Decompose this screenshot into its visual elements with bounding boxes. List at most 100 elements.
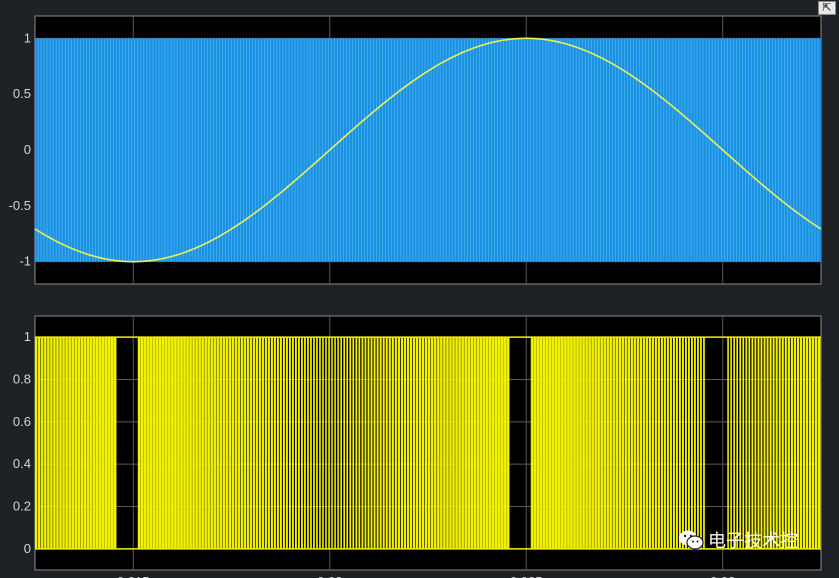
pwm-pulse xyxy=(479,337,483,549)
pwm-pulse xyxy=(234,337,237,549)
pwm-pulse xyxy=(733,337,735,549)
pwm-pulse xyxy=(573,337,576,549)
pwm-pulse xyxy=(198,337,201,549)
pwm-pulse xyxy=(53,337,56,549)
pwm-pulse xyxy=(364,337,367,549)
pwm-pulse xyxy=(207,337,210,549)
y-tick-label: 0.5 xyxy=(13,86,31,101)
undock-icon[interactable]: ⇱ xyxy=(818,1,836,15)
y-tick-label: 0 xyxy=(24,541,31,556)
pwm-pulse xyxy=(343,337,346,549)
pwm-pulse xyxy=(216,337,219,549)
pwm-pulse xyxy=(313,337,315,549)
pwm-pulse xyxy=(687,337,690,549)
scope-panel-1: -1 -0.5 0 0.5 1 xyxy=(9,15,822,285)
pwm-pulse xyxy=(143,337,147,549)
pwm-pulse xyxy=(642,337,645,549)
pwm-pulse xyxy=(742,337,745,549)
pwm-pulse xyxy=(282,337,285,549)
pwm-pulse xyxy=(648,337,651,549)
pwm-pulse xyxy=(814,337,818,549)
pwm-pulse xyxy=(267,337,270,549)
pwm-pulse xyxy=(464,337,467,549)
pwm-pulse xyxy=(406,337,410,549)
pwm-pulse xyxy=(775,337,778,549)
pwm-pulse xyxy=(334,337,336,549)
pwm-pulse xyxy=(98,337,102,549)
pwm-pulse xyxy=(113,337,117,549)
pwm-pulse xyxy=(793,337,797,549)
pwm-pulse xyxy=(736,337,739,549)
pwm-pulse xyxy=(41,337,44,549)
pwm-pulse xyxy=(252,337,255,549)
pwm-pulse xyxy=(325,337,327,549)
pwm-pulse xyxy=(666,337,669,549)
pwm-pulse xyxy=(588,337,591,549)
pwm-pulse xyxy=(778,337,781,549)
pwm-pulse xyxy=(240,337,243,549)
pwm-pulse xyxy=(754,337,757,549)
pwm-pulse xyxy=(570,337,573,549)
pwm-pulse xyxy=(428,337,431,549)
pwm-pulse xyxy=(412,337,416,549)
pwm-pulse xyxy=(533,337,537,549)
pwm-pulse xyxy=(322,337,324,549)
pwm-pulse xyxy=(355,337,358,549)
pwm-pulse xyxy=(603,337,606,549)
wechat-icon xyxy=(679,530,704,550)
pwm-pulse xyxy=(385,337,388,549)
pwm-pulse xyxy=(476,337,480,549)
pwm-pulse xyxy=(548,337,552,549)
pwm-pulse xyxy=(488,337,492,549)
pwm-pulse xyxy=(536,337,540,549)
pwm-pulse xyxy=(567,337,570,549)
pwm-pulse xyxy=(473,337,477,549)
y-tick-label: -0.5 xyxy=(9,198,31,213)
pwm-pulse xyxy=(751,337,754,549)
pwm-pulse xyxy=(104,337,108,549)
pwm-pulse xyxy=(189,337,192,549)
pwm-pulse xyxy=(59,337,62,549)
pwm-pulse xyxy=(772,337,775,549)
pwm-pulse xyxy=(304,337,306,549)
pwm-pulse xyxy=(503,337,507,549)
pwm-pulse xyxy=(805,337,809,549)
pwm-pulse xyxy=(415,337,419,549)
pwm-pulse xyxy=(44,337,47,549)
pwm-pulse xyxy=(50,337,53,549)
pwm-pulse xyxy=(582,337,585,549)
pwm-pulse xyxy=(95,337,99,549)
pwm-pulse xyxy=(222,337,225,549)
pwm-pulse xyxy=(431,337,434,549)
pwm-pulse xyxy=(790,337,793,549)
pwm-pulse xyxy=(500,337,504,549)
pwm-pulse xyxy=(684,337,687,549)
pwm-pulse xyxy=(461,337,464,549)
pwm-pulse xyxy=(600,337,603,549)
watermark: 电子技术控 xyxy=(678,527,798,553)
pwm-pulse xyxy=(817,337,821,549)
pwm-pulse xyxy=(557,337,561,549)
pwm-pulse xyxy=(307,337,309,549)
pwm-pulse xyxy=(110,337,114,549)
pwm-pulse xyxy=(727,337,729,549)
pwm-pulse xyxy=(452,337,455,549)
pwm-pulse xyxy=(748,337,751,549)
pwm-pulse xyxy=(639,337,642,549)
y-tick-label: -1 xyxy=(19,254,31,269)
pwm-pulse xyxy=(382,337,385,549)
pwm-pulse xyxy=(703,337,705,549)
pwm-pulse xyxy=(149,337,153,549)
pwm-pulse xyxy=(137,337,141,549)
pwm-pulse xyxy=(654,337,657,549)
pwm-pulse xyxy=(285,337,288,549)
pwm-pulse xyxy=(467,337,471,549)
pwm-pulse xyxy=(337,337,339,549)
pwm-pulse xyxy=(264,337,267,549)
pwm-pulse xyxy=(391,337,394,549)
pwm-pulse xyxy=(672,337,675,549)
pwm-pulse xyxy=(700,337,702,549)
pwm-pulse xyxy=(784,337,787,549)
pwm-pulse xyxy=(71,337,74,549)
pwm-pulse xyxy=(434,337,437,549)
